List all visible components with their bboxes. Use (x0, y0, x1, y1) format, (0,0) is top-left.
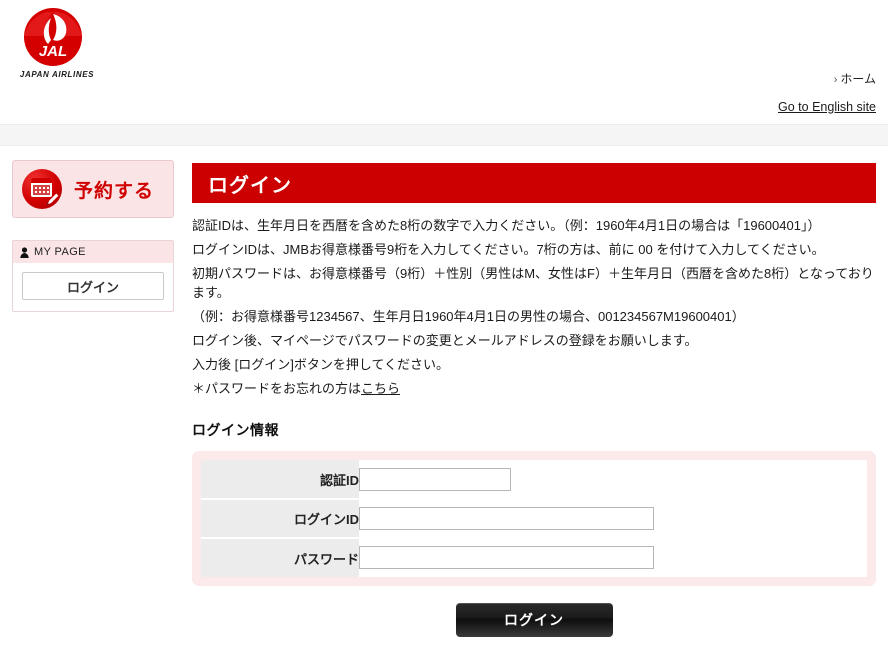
sidebar: 予約する MY PAGE ログイン (12, 160, 174, 312)
page-title-bar: ログイン (192, 163, 876, 203)
home-link-label: ホーム (840, 72, 876, 86)
person-icon (20, 246, 29, 258)
password-label: パスワード (201, 538, 359, 577)
sidebar-login-button[interactable]: ログイン (22, 272, 164, 300)
page-title: ログイン (208, 174, 292, 197)
password-input[interactable] (359, 546, 654, 569)
login-id-label: ログインID (201, 499, 359, 539)
reserve-button-label: 予約する (74, 180, 155, 202)
auth-id-label: 認証ID (201, 460, 359, 500)
mypage-panel-header: MY PAGE (13, 241, 173, 263)
login-id-input[interactable] (359, 507, 654, 530)
reserve-button[interactable]: 予約する (12, 160, 174, 218)
main-content: ログイン 認証IDは、生年月日を西暦を含めた8桁の数字で入力ください。（例：19… (192, 163, 876, 586)
submit-area: ログイン (192, 603, 876, 637)
section-title: ログイン情報 (192, 422, 279, 438)
form-row: パスワード (201, 538, 867, 577)
intro-line: ログイン後、マイページでパスワードの変更とメールアドレスの登録をお願いします。 (192, 333, 698, 348)
login-page: JAL JAPAN AIRLINES › ホーム Go to English si… (0, 0, 888, 650)
calendar-pencil-icon (22, 169, 62, 209)
forgot-password-link[interactable]: こちら (361, 381, 400, 396)
mypage-heading-label: MY PAGE (34, 246, 86, 258)
forgot-password-prefix: ＊パスワードをお忘れの方は (192, 381, 362, 396)
tsurumaru-icon: JAL (24, 8, 82, 66)
login-form-panel: 認証ID ログインID パスワード (192, 451, 876, 586)
intro-line: （例：お得意様番号1234567、生年月日1960年4月1日の男性の場合、001… (192, 309, 745, 324)
form-row: 認証ID (201, 460, 867, 500)
intro-line: 認証IDは、生年月日を西暦を含めた8桁の数字で入力ください。（例：1960年4月… (192, 218, 821, 233)
intro-line: ログインIDは、JMBお得意様番号9桁を入力してください。7桁の方は、前に 00… (192, 242, 825, 257)
pencil-icon (46, 192, 60, 206)
english-site-link[interactable]: Go to English site (778, 100, 876, 114)
form-row: ログインID (201, 499, 867, 539)
intro-line: 初期パスワードは、お得意様番号（9桁）＋性別（男性はM、女性はF）＋生年月日（西… (192, 266, 874, 300)
auth-id-input[interactable] (359, 468, 511, 491)
svg-text:JAL: JAL (39, 43, 67, 60)
jal-logo[interactable]: JAL JAPAN AIRLINES (18, 6, 98, 86)
intro-line: 入力後 [ログイン]ボタンを押してください。 (192, 357, 450, 372)
login-submit-button[interactable]: ログイン (455, 603, 613, 637)
home-link[interactable]: › ホーム (834, 70, 876, 87)
chevron-right-icon: › (833, 74, 838, 86)
site-header: JAL JAPAN AIRLINES › ホーム Go to English si… (0, 0, 888, 124)
intro-text: 認証IDは、生年月日を西暦を含めた8桁の数字で入力ください。（例：1960年4月… (192, 216, 876, 398)
header-divider-band (0, 124, 888, 146)
logo-caption: JAPAN AIRLINES (19, 70, 95, 79)
login-form-table: 認証ID ログインID パスワード (201, 460, 867, 577)
mypage-panel: MY PAGE ログイン (12, 240, 174, 312)
forgot-password-line: ＊パスワードをお忘れの方はこちら (192, 379, 876, 398)
